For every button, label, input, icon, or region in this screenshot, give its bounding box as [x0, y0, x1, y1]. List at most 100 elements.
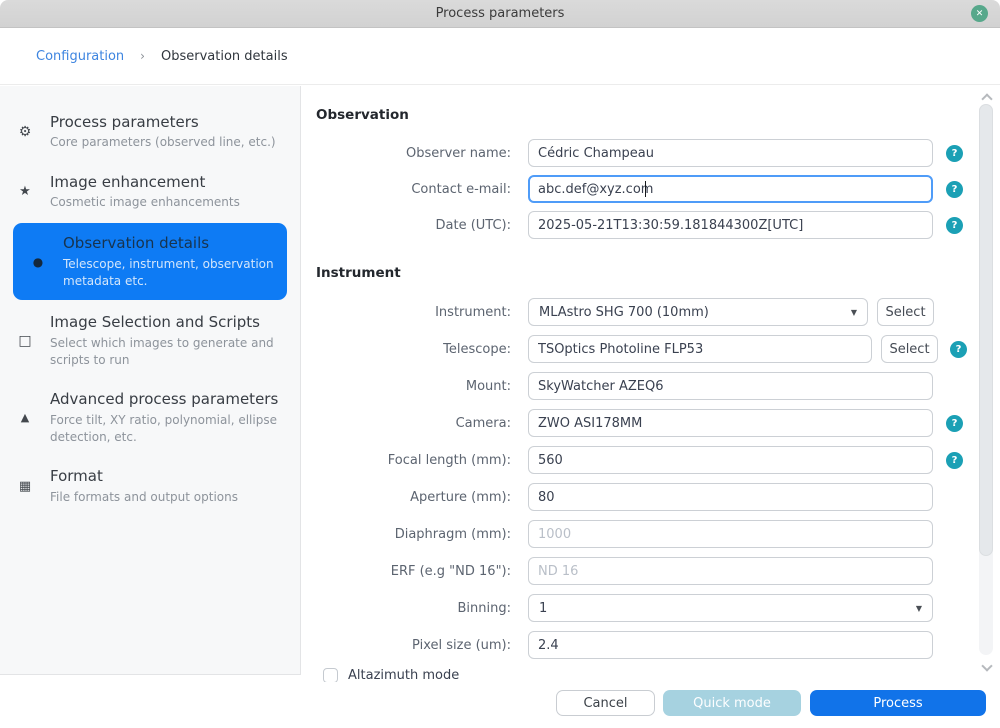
- sidebar-item-subtitle: Cosmetic image enhancements: [50, 194, 286, 211]
- aperture-row: Aperture (mm):: [316, 483, 975, 511]
- sidebar-item-process-parameters[interactable]: ⚙ Process parameters Core parameters (ob…: [0, 102, 300, 162]
- altazimuth-mode-label: Altazimuth mode: [348, 668, 459, 682]
- sidebar-item-image-selection-scripts[interactable]: □ Image Selection and Scripts Select whi…: [0, 302, 300, 379]
- erf-input[interactable]: [528, 557, 933, 585]
- altazimuth-mode-checkbox[interactable]: [323, 668, 338, 682]
- scroll-down-icon[interactable]: [981, 660, 992, 671]
- focal-length-row: Focal length (mm): ?: [316, 446, 975, 474]
- telescope-select-button[interactable]: Select: [881, 335, 938, 363]
- sidebar-item-title: Process parameters: [50, 112, 286, 132]
- telescope-input[interactable]: [528, 335, 872, 363]
- help-icon[interactable]: ?: [946, 452, 963, 469]
- mount-row: Mount:: [316, 372, 975, 400]
- camera-label: Camera:: [316, 416, 511, 431]
- pixel-size-label: Pixel size (um):: [316, 638, 511, 653]
- sidebar-item-title: Observation details: [63, 233, 275, 253]
- question-mark: ?: [952, 418, 958, 429]
- diaphragm-input[interactable]: [528, 520, 933, 548]
- quick-mode-button[interactable]: Quick mode: [663, 690, 801, 716]
- question-mark: ?: [952, 220, 958, 231]
- instrument-section-heading: Instrument: [316, 265, 975, 281]
- instrument-dropdown-value: MLAstro SHG 700 (10mm): [539, 305, 709, 320]
- triangle-icon: ▲: [0, 411, 50, 424]
- contact-email-row: Contact e-mail: ?: [316, 175, 975, 203]
- mount-input[interactable]: [528, 372, 933, 400]
- breadcrumb-configuration-link[interactable]: Configuration: [36, 49, 124, 64]
- contact-email-input[interactable]: [528, 175, 933, 203]
- breadcrumb: Configuration › Observation details: [0, 28, 1000, 85]
- cancel-button[interactable]: Cancel: [556, 690, 655, 716]
- diaphragm-label: Diaphragm (mm):: [316, 527, 511, 542]
- question-mark: ?: [952, 455, 958, 466]
- question-mark: ?: [956, 344, 962, 355]
- help-icon[interactable]: ?: [946, 181, 963, 198]
- binning-dropdown-value: 1: [539, 601, 547, 616]
- erf-label: ERF (e.g "ND 16"):: [316, 564, 511, 579]
- sidebar-item-title: Image enhancement: [50, 172, 286, 192]
- focal-length-input[interactable]: [528, 446, 933, 474]
- pixel-size-row: Pixel size (um):: [316, 631, 975, 659]
- help-icon[interactable]: ?: [946, 145, 963, 162]
- sidebar-item-subtitle: Force tilt, XY ratio, polynomial, ellips…: [50, 412, 286, 447]
- instrument-label: Instrument:: [316, 305, 511, 320]
- mount-label: Mount:: [316, 379, 511, 394]
- square-icon: □: [0, 333, 50, 349]
- observation-section-heading: Observation: [316, 107, 975, 123]
- sidebar: ⚙ Process parameters Core parameters (ob…: [0, 86, 301, 675]
- close-button[interactable]: ✕: [971, 5, 988, 22]
- binning-label: Binning:: [316, 601, 511, 616]
- sidebar-item-observation-details[interactable]: ● Observation details Telescope, instrum…: [13, 223, 287, 300]
- altazimuth-mode-row: Altazimuth mode: [323, 668, 975, 682]
- telescope-row: Telescope: Select ?: [316, 335, 975, 363]
- process-button[interactable]: Process: [810, 690, 986, 716]
- observer-name-label: Observer name:: [316, 146, 511, 161]
- camera-input[interactable]: [528, 409, 933, 437]
- help-icon[interactable]: ?: [946, 217, 963, 234]
- sidebar-item-advanced-process-parameters[interactable]: ▲ Advanced process parameters Force tilt…: [0, 379, 300, 456]
- binning-row: Binning: 1 ▼: [316, 594, 975, 622]
- aperture-input[interactable]: [528, 483, 933, 511]
- breadcrumb-separator-icon: ›: [140, 49, 145, 63]
- scroll-up-icon[interactable]: [981, 93, 992, 104]
- telescope-label: Telescope:: [316, 342, 511, 357]
- sidebar-item-subtitle: Core parameters (observed line, etc.): [50, 134, 286, 151]
- help-icon[interactable]: ?: [950, 341, 967, 358]
- sidebar-item-title: Format: [50, 466, 286, 486]
- instrument-select-button[interactable]: Select: [877, 298, 934, 326]
- diaphragm-row: Diaphragm (mm):: [316, 520, 975, 548]
- sidebar-item-title: Image Selection and Scripts: [50, 312, 286, 332]
- aperture-label: Aperture (mm):: [316, 490, 511, 505]
- date-utc-input[interactable]: [528, 211, 933, 239]
- grid-icon: ▦: [0, 479, 50, 494]
- pixel-size-input[interactable]: [528, 631, 933, 659]
- chevron-down-icon: ▼: [851, 308, 857, 317]
- observer-name-row: Observer name: ?: [316, 139, 975, 167]
- contact-email-label: Contact e-mail:: [316, 182, 511, 197]
- text-cursor: [645, 181, 646, 197]
- sidebar-item-subtitle: Select which images to generate and scri…: [50, 335, 286, 370]
- camera-row: Camera: ?: [316, 409, 975, 437]
- instrument-row: Instrument: MLAstro SHG 700 (10mm) ▼ Sel…: [316, 298, 975, 326]
- window-title: Process parameters: [436, 6, 565, 21]
- breadcrumb-current: Observation details: [161, 49, 288, 64]
- gear-icon: ⚙: [0, 124, 50, 140]
- sidebar-item-format[interactable]: ▦ Format File formats and output options: [0, 456, 300, 516]
- sidebar-item-subtitle: File formats and output options: [50, 489, 286, 506]
- chevron-down-icon: ▼: [916, 604, 922, 613]
- help-icon[interactable]: ?: [946, 415, 963, 432]
- date-utc-row: Date (UTC): ?: [316, 211, 975, 239]
- form-panel: Observation Observer name: ? Contact e-m…: [301, 85, 975, 682]
- question-mark: ?: [952, 184, 958, 195]
- date-utc-label: Date (UTC):: [316, 218, 511, 233]
- window-titlebar: Process parameters ✕: [0, 0, 1000, 28]
- star-icon: ★: [0, 184, 50, 199]
- observer-name-input[interactable]: [528, 139, 933, 167]
- binning-dropdown[interactable]: 1 ▼: [528, 594, 933, 622]
- erf-row: ERF (e.g "ND 16"):: [316, 557, 975, 585]
- question-mark: ?: [952, 148, 958, 159]
- scrollbar-thumb[interactable]: [979, 104, 993, 556]
- sidebar-item-image-enhancement[interactable]: ★ Image enhancement Cosmetic image enhan…: [0, 162, 300, 222]
- sidebar-item-title: Advanced process parameters: [50, 389, 286, 409]
- sidebar-item-subtitle: Telescope, instrument, observation metad…: [63, 256, 275, 291]
- instrument-dropdown[interactable]: MLAstro SHG 700 (10mm) ▼: [528, 298, 868, 326]
